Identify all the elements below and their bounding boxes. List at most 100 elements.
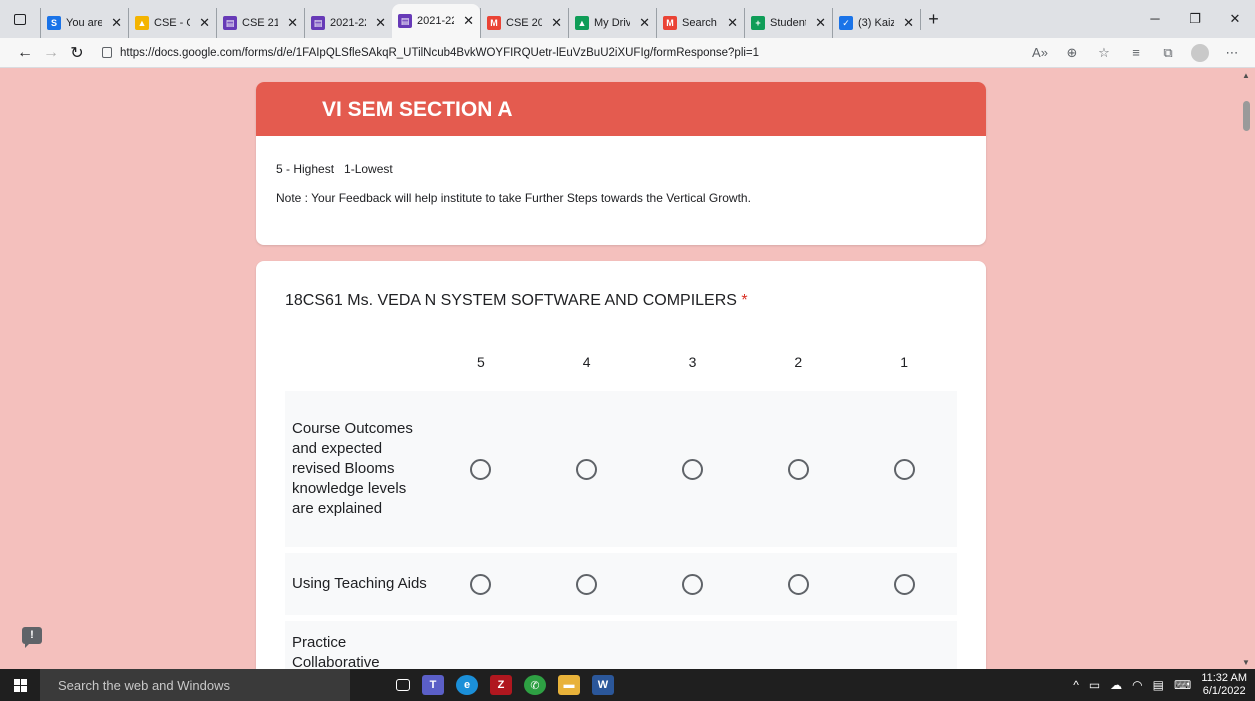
tab-close-icon[interactable]: ✕ <box>727 15 738 31</box>
browser-tab[interactable]: M CSE 202 ✕ <box>480 8 568 38</box>
task-view-icon[interactable] <box>396 679 410 691</box>
edge-icon[interactable]: e <box>456 675 478 695</box>
tab-close-icon[interactable]: ✕ <box>463 13 474 29</box>
tab-title: My Drive <box>594 17 630 29</box>
browser-tab[interactable]: ▤ 2021-22 ✕ <box>392 4 480 38</box>
tab-close-icon[interactable]: ✕ <box>639 15 650 31</box>
lock-icon <box>102 47 112 58</box>
refresh-button[interactable]: ↻ <box>64 43 90 63</box>
tab-close-icon[interactable]: ✕ <box>903 15 914 31</box>
radio-button[interactable] <box>893 573 915 595</box>
browser-tab[interactable]: ▲ CSE - Go ✕ <box>128 8 216 38</box>
scroll-up-arrow[interactable]: ▲ <box>1242 71 1250 80</box>
filezilla-icon[interactable]: Z <box>490 675 512 695</box>
tab-favicon-icon: + <box>751 16 765 30</box>
grid-row: Practice Collaborative <box>285 621 957 669</box>
whatsapp-icon[interactable]: ✆ <box>524 675 546 695</box>
radio-cell <box>851 458 957 480</box>
radio-button[interactable] <box>470 458 492 480</box>
battery-icon[interactable]: ▭ <box>1089 678 1100 692</box>
radio-button[interactable] <box>893 458 915 480</box>
tab-close-icon[interactable]: ✕ <box>815 15 826 31</box>
windows-logo-icon <box>13 678 27 692</box>
read-aloud-icon[interactable]: A» <box>1031 45 1049 60</box>
back-button[interactable]: ← <box>12 44 38 62</box>
tab-actions-button[interactable] <box>0 0 40 38</box>
tab-favicon-icon: S <box>47 16 61 30</box>
scroll-down-arrow[interactable]: ▼ <box>1242 658 1250 667</box>
tab-strip: S You are ✕ ▲ CSE - Go ✕ ▤ CSE 21-2 ✕ ▤ 2021-22 ✕ ▤ 2… <box>0 0 1255 38</box>
radio-cell <box>534 458 640 480</box>
onedrive-icon[interactable]: ☁ <box>1110 678 1122 692</box>
tab-close-icon[interactable]: ✕ <box>111 15 122 31</box>
clock[interactable]: 11:32 AM 6/1/2022 <box>1201 672 1247 698</box>
wifi-icon[interactable]: ◠ <box>1132 678 1142 692</box>
keyboard-icon[interactable]: ⌨ <box>1174 678 1191 692</box>
radio-button[interactable] <box>787 573 809 595</box>
radio-button[interactable] <box>470 573 492 595</box>
word-icon[interactable]: W <box>592 675 614 695</box>
minimize-button[interactable]: ─ <box>1135 11 1175 27</box>
radio-button[interactable] <box>787 458 809 480</box>
new-tab-button[interactable]: + <box>920 8 946 30</box>
scale-column-label: 3 <box>688 354 697 370</box>
tab-title: CSE - Go <box>154 17 190 29</box>
teams-icon[interactable]: T <box>422 675 444 695</box>
toolbar-actions: A» ⊕ ☆ ≡ ⧉ ⋯ <box>1031 43 1255 62</box>
tray-chevron-icon[interactable]: ^ <box>1073 678 1079 692</box>
tab-close-icon[interactable]: ✕ <box>551 15 562 31</box>
scroll-thumb[interactable] <box>1243 101 1250 131</box>
tab-favicon-icon: ▤ <box>398 14 412 28</box>
browser-tab[interactable]: + Student ✕ <box>744 8 832 38</box>
radio-cell <box>745 458 851 480</box>
report-feedback-button[interactable]: ! <box>22 627 42 648</box>
tab-actions-icon <box>14 13 26 25</box>
restore-button[interactable]: ❐ <box>1175 11 1215 27</box>
tab-close-icon[interactable]: ✕ <box>375 15 386 31</box>
browser-tab[interactable]: S You are ✕ <box>40 8 128 38</box>
clock-date: 6/1/2022 <box>1202 685 1246 697</box>
form-title: VI SEM SECTION A <box>256 82 986 136</box>
browser-toolbar: ← → ↻ https://docs.google.com/forms/d/e/… <box>0 38 1255 68</box>
tab-favicon-icon: ✓ <box>839 16 853 30</box>
profile-avatar[interactable] <box>1191 43 1209 62</box>
form-description: 5 - Highest 1-Lowest Note : Your Feedbac… <box>256 136 986 205</box>
start-button[interactable] <box>0 678 40 692</box>
radio-button[interactable] <box>681 573 703 595</box>
radio-cell <box>851 573 957 595</box>
taskbar-search[interactable]: Search the web and Windows <box>40 669 350 701</box>
file-explorer-icon[interactable]: ▬ <box>558 675 580 695</box>
tab-title: CSE 202 <box>506 17 542 29</box>
grid-row-label: Practice Collaborative <box>292 634 380 669</box>
collections-icon[interactable]: ⧉ <box>1159 45 1177 61</box>
browser-tab[interactable]: M Search r ✕ <box>656 8 744 38</box>
zoom-icon[interactable]: ⊕ <box>1063 45 1081 61</box>
forward-button[interactable]: → <box>38 44 64 62</box>
browser-tab[interactable]: ▤ CSE 21-2 ✕ <box>216 8 304 38</box>
tab-favicon-icon: ▲ <box>135 16 149 30</box>
tab-favicon-icon: ▤ <box>311 16 325 30</box>
close-window-button[interactable]: ✕ <box>1215 11 1255 27</box>
tab-close-icon[interactable]: ✕ <box>199 15 210 31</box>
grid-row: Course Outcomes and expected revised Blo… <box>285 391 957 547</box>
vertical-scrollbar[interactable]: ▲ ▼ <box>1238 69 1255 669</box>
tab-close-icon[interactable]: ✕ <box>287 15 298 31</box>
radio-button[interactable] <box>576 458 598 480</box>
favorites-list-icon[interactable]: ≡ <box>1127 45 1145 60</box>
browser-tab[interactable]: ▲ My Drive ✕ <box>568 8 656 38</box>
radio-cell <box>428 458 534 480</box>
address-bar[interactable]: https://docs.google.com/forms/d/e/1FAIpQ… <box>102 47 759 59</box>
radio-button[interactable] <box>681 458 703 480</box>
notifications-icon[interactable]: ▤ <box>1153 678 1164 692</box>
browser-tab[interactable]: ✓ (3) Kaiza ✕ <box>832 8 920 38</box>
more-menu-icon[interactable]: ⋯ <box>1223 45 1241 61</box>
scale-column-label: 1 <box>900 354 908 370</box>
radio-cell <box>640 573 746 595</box>
form-header-card: VI SEM SECTION A 5 - Highest 1-Lowest No… <box>256 82 986 245</box>
question-title: 18CS61 Ms. VEDA N SYSTEM SOFTWARE AND CO… <box>285 292 748 310</box>
favorite-icon[interactable]: ☆ <box>1095 45 1113 61</box>
tab-favicon-icon: M <box>663 16 677 30</box>
system-tray: ^ ▭ ☁ ◠ ▤ ⌨ 11:32 AM 6/1/2022 <box>1073 672 1255 698</box>
browser-tab[interactable]: ▤ 2021-22 ✕ <box>304 8 392 38</box>
radio-button[interactable] <box>576 573 598 595</box>
